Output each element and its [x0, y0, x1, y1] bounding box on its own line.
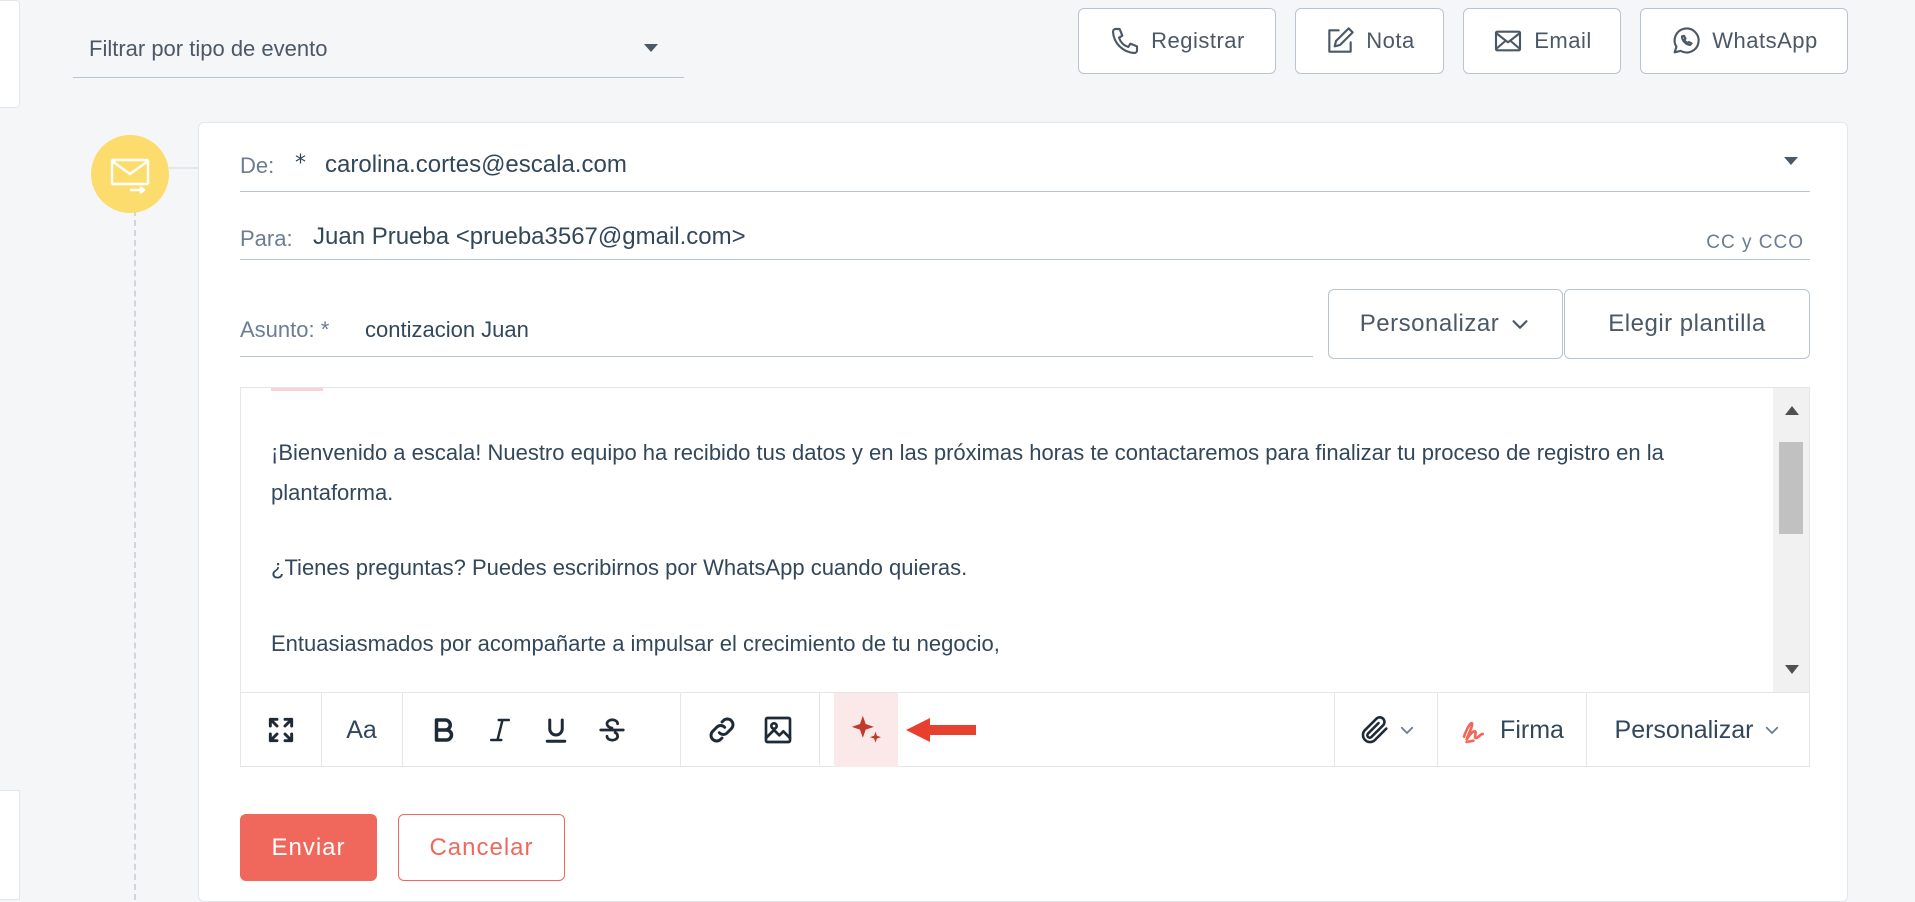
attachment-dropdown[interactable]	[1337, 693, 1437, 767]
ai-sparkle-button[interactable]	[834, 693, 898, 767]
toolbar-divider	[680, 693, 681, 767]
subject-label: Asunto: *	[240, 317, 330, 342]
event-type-filter[interactable]: Filtrar por tipo de evento	[73, 14, 684, 78]
to-value: Juan Prueba <prueba3567@gmail.com>	[313, 223, 746, 250]
subject-value: contizacion Juan	[365, 317, 529, 342]
note-button[interactable]: Nota	[1295, 8, 1444, 74]
caret-down-icon	[644, 44, 658, 52]
signature-icon	[1462, 721, 1485, 744]
chevron-down-icon	[1400, 726, 1414, 735]
expand-icon[interactable]	[241, 693, 321, 767]
left-panel-card	[0, 790, 20, 900]
scroll-thumb[interactable]	[1779, 442, 1803, 534]
email-sent-icon	[91, 135, 169, 213]
left-panel-card	[0, 0, 20, 108]
left-panel	[0, 0, 22, 900]
subject-field[interactable]: Asunto: * contizacion Juan	[240, 305, 1313, 357]
sparkle-icon	[851, 715, 882, 743]
note-label: Nota	[1366, 28, 1415, 53]
to-label: Para:	[240, 226, 293, 251]
personalize-dropdown[interactable]: Personalizar	[1328, 289, 1563, 359]
strikethrough-icon[interactable]	[584, 693, 640, 767]
link-icon[interactable]	[694, 693, 750, 767]
toolbar-divider	[1334, 693, 1335, 767]
from-label: De:	[240, 153, 275, 178]
editor-paragraph: ¡Bienvenido a escala! Nuestro equipo ha …	[271, 440, 1664, 505]
from-field[interactable]: De: * carolina.cortes@escala.com	[240, 145, 1810, 192]
register-call-button[interactable]: Registrar	[1078, 8, 1276, 74]
italic-icon[interactable]	[472, 693, 528, 767]
required-mark: *	[295, 151, 306, 176]
chevron-down-icon	[1766, 726, 1779, 735]
whatsapp-button[interactable]: WhatsApp	[1640, 8, 1848, 74]
chevron-down-icon	[1512, 320, 1528, 329]
underline-icon[interactable]	[528, 693, 584, 767]
font-size-button[interactable]: Aa	[321, 693, 402, 767]
timeline-connector	[169, 167, 199, 169]
caret-down-icon[interactable]	[1784, 157, 1798, 165]
editor-toolbar: Aa Firma Personalizar	[241, 692, 1809, 767]
choose-template-button[interactable]: Elegir plantilla	[1564, 289, 1810, 359]
editor-paragraph: ¿Tienes preguntas? Puedes escribirnos po…	[271, 555, 968, 580]
personalize-toolbar-dropdown[interactable]: Personalizar	[1587, 693, 1809, 767]
toolbar-divider	[819, 693, 820, 767]
whatsapp-label: WhatsApp	[1712, 28, 1818, 53]
whatsapp-icon	[1673, 27, 1700, 54]
signature-button[interactable]: Firma	[1438, 693, 1586, 767]
signature-label: Firma	[1500, 715, 1564, 744]
toolbar-divider	[402, 693, 403, 767]
editor-body[interactable]: ¡Bienvenido a escala! Nuestro equipo ha …	[241, 388, 1771, 692]
email-editor[interactable]: ¡Bienvenido a escala! Nuestro equipo ha …	[240, 387, 1810, 767]
phone-icon	[1112, 27, 1139, 55]
editor-paragraph: Entuasiasmados por acompañarte a impulsa…	[271, 631, 1000, 656]
timeline-line	[134, 210, 136, 900]
scroll-down-icon[interactable]	[1785, 665, 1799, 674]
editor-scrollbar[interactable]	[1773, 388, 1809, 692]
email-label: Email	[1534, 28, 1592, 53]
scroll-up-icon[interactable]	[1785, 406, 1799, 415]
image-icon[interactable]	[750, 693, 806, 767]
envelope-icon	[1495, 30, 1522, 52]
register-label: Registrar	[1151, 28, 1245, 53]
paperclip-icon	[1361, 716, 1388, 744]
cc-bcc-link[interactable]: CC y CCO	[1706, 232, 1804, 254]
annotation-arrow	[904, 693, 976, 767]
bold-icon[interactable]	[416, 693, 472, 767]
personalize-label: Personalizar	[1359, 310, 1500, 337]
cut-off-element	[271, 388, 323, 391]
from-value: carolina.cortes@escala.com	[325, 151, 627, 178]
template-label: Elegir plantilla	[1608, 310, 1766, 337]
send-button[interactable]: Enviar	[240, 814, 377, 881]
toolbar-personalize-label: Personalizar	[1614, 715, 1754, 744]
edit-note-icon	[1328, 27, 1354, 53]
filter-label: Filtrar por tipo de evento	[89, 36, 328, 61]
cancel-button[interactable]: Cancelar	[398, 814, 565, 881]
to-field[interactable]: Para: Juan Prueba <prueba3567@gmail.com>…	[240, 218, 1810, 260]
email-button[interactable]: Email	[1463, 8, 1621, 74]
